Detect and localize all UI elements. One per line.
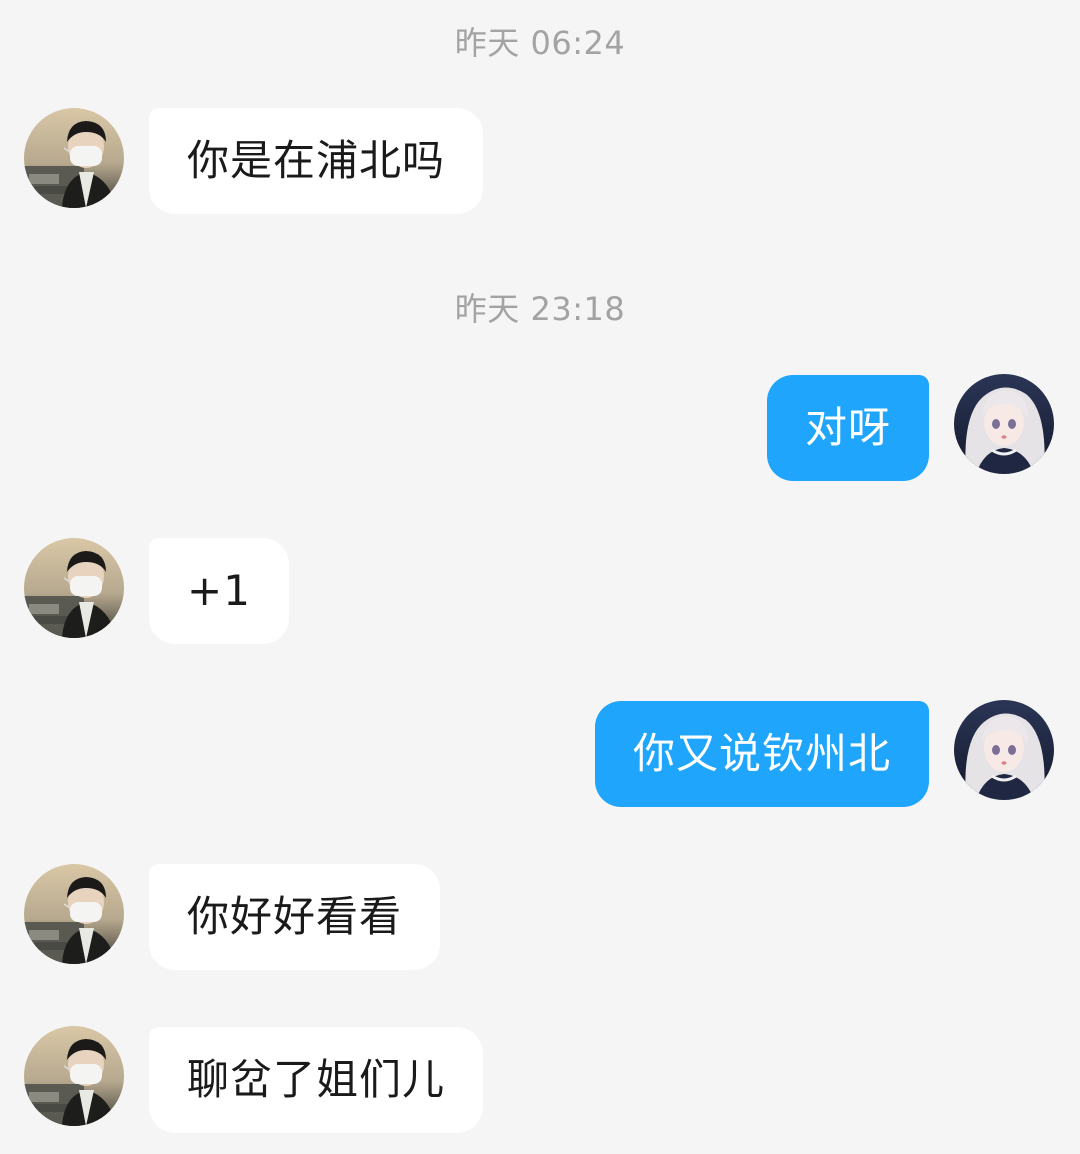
boy-masked-avatar-icon [24, 108, 124, 208]
contact-avatar[interactable] [24, 1026, 124, 1126]
boy-masked-avatar-icon [24, 1026, 124, 1126]
anime-girl-avatar-icon [954, 700, 1054, 800]
timestamp: 昨天 23:18 [454, 290, 626, 328]
contact-avatar[interactable] [24, 538, 124, 638]
contact-avatar[interactable] [24, 864, 124, 964]
boy-masked-avatar-icon [24, 538, 124, 638]
message-bubble-incoming[interactable]: 你好好看看 [149, 864, 441, 970]
message-bubble-incoming[interactable]: +1 [149, 538, 289, 644]
chat-screen: 昨天 06:24 你是在浦北吗 昨天 23:18 对呀 +1 你又说钦州北 你好… [0, 0, 1080, 1154]
boy-masked-avatar-icon [24, 864, 124, 964]
self-avatar[interactable] [954, 374, 1054, 474]
contact-avatar[interactable] [24, 108, 124, 208]
message-bubble-outgoing[interactable]: 你又说钦州北 [594, 701, 929, 807]
self-avatar[interactable] [954, 700, 1054, 800]
message-bubble-incoming[interactable]: 聊岔了姐们儿 [149, 1027, 484, 1133]
message-bubble-outgoing[interactable]: 对呀 [766, 375, 929, 481]
anime-girl-avatar-icon [954, 374, 1054, 474]
timestamp: 昨天 06:24 [454, 24, 626, 62]
message-bubble-incoming[interactable]: 你是在浦北吗 [149, 108, 484, 214]
